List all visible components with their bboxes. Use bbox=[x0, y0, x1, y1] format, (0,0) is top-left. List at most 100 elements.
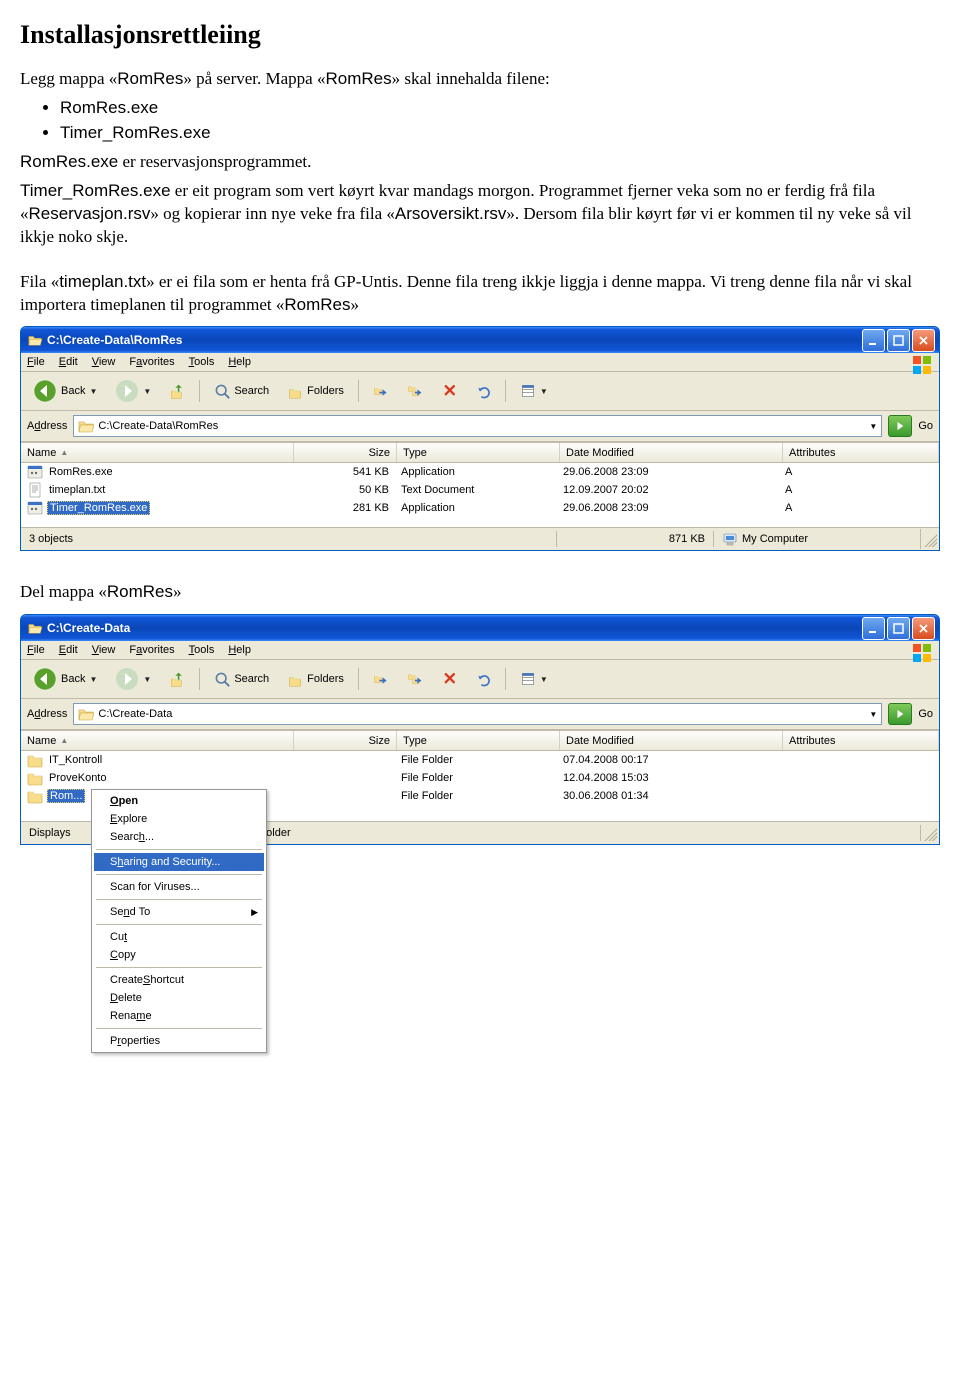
file-attr: A bbox=[779, 501, 939, 515]
search-button[interactable]: Search bbox=[208, 380, 275, 402]
titlebar[interactable]: C:\Create-Data bbox=[21, 615, 939, 641]
file-bullet-list: RomRes.exe Timer_RomRes.exe bbox=[60, 97, 940, 145]
ctx-item[interactable]: Search... bbox=[94, 828, 264, 846]
views-button[interactable]: ▼ bbox=[514, 668, 554, 690]
menu-view[interactable]: View bbox=[92, 356, 116, 368]
file-listview: Name▲ Size Type Date Modified Attributes… bbox=[21, 442, 939, 527]
col-date[interactable]: Date Modified bbox=[560, 443, 783, 462]
ctx-item[interactable]: Properties bbox=[94, 1032, 264, 1050]
folder-icon bbox=[27, 621, 43, 635]
folders-button[interactable]: Folders bbox=[281, 668, 350, 690]
search-button[interactable]: Search bbox=[208, 668, 275, 690]
menu-favorites[interactable]: Favorites bbox=[129, 356, 174, 368]
ctx-item[interactable]: Cut bbox=[94, 928, 264, 946]
col-name[interactable]: Name▲ bbox=[21, 443, 294, 462]
menu-edit[interactable]: Edit bbox=[59, 356, 78, 368]
views-button[interactable]: ▼ bbox=[514, 380, 554, 402]
col-attr[interactable]: Attributes bbox=[783, 731, 939, 750]
ctx-item[interactable]: Scan for Viruses... bbox=[94, 878, 264, 896]
file-date: 12.04.2008 15:03 bbox=[557, 771, 779, 785]
ctx-item[interactable]: Send To▶ bbox=[94, 903, 264, 921]
folders-icon bbox=[287, 383, 303, 399]
moveto-button[interactable] bbox=[367, 380, 395, 402]
list-row[interactable]: Timer_RomRes.exe281 KBApplication29.06.2… bbox=[21, 499, 939, 517]
context-menu[interactable]: OpenExploreSearch... Sharing and Security… bbox=[91, 789, 267, 1053]
ctx-item[interactable]: Rename bbox=[94, 1007, 264, 1025]
close-button[interactable] bbox=[912, 329, 935, 352]
col-size[interactable]: Size bbox=[294, 443, 397, 462]
menu-edit[interactable]: Edit bbox=[59, 644, 78, 656]
file-size: 541 KB bbox=[293, 465, 395, 479]
forward-button[interactable]: ▼ bbox=[109, 376, 157, 406]
menu-file[interactable]: File bbox=[27, 356, 45, 368]
menu-favorites[interactable]: Favorites bbox=[129, 644, 174, 656]
address-input[interactable]: C:\Create-Data\RomRes ▼ bbox=[73, 415, 882, 437]
col-type[interactable]: Type bbox=[397, 443, 560, 462]
menu-tools[interactable]: Tools bbox=[189, 356, 215, 368]
chevron-down-icon: ▼ bbox=[143, 675, 151, 684]
del-mappa-heading: Del mappa «RomRes» bbox=[20, 581, 940, 604]
back-button[interactable]: Back ▼ bbox=[27, 376, 103, 406]
titlebar[interactable]: C:\Create-Data\RomRes bbox=[21, 327, 939, 353]
list-row[interactable]: timeplan.txt50 KBText Document12.09.2007… bbox=[21, 481, 939, 499]
menu-separator bbox=[96, 924, 262, 925]
col-attr[interactable]: Attributes bbox=[783, 443, 939, 462]
col-type[interactable]: Type bbox=[397, 731, 560, 750]
minimize-button[interactable] bbox=[862, 329, 885, 352]
intro-paragraph: Legg mappa «RomRes» på server. Mappa «Ro… bbox=[20, 68, 940, 91]
moveto-button[interactable] bbox=[367, 668, 395, 690]
ctx-item[interactable]: Delete bbox=[94, 989, 264, 1007]
chevron-down-icon[interactable]: ▼ bbox=[869, 710, 877, 719]
list-row[interactable]: ProveKontoFile Folder12.04.2008 15:03 bbox=[21, 769, 939, 787]
delete-button[interactable] bbox=[435, 380, 463, 402]
maximize-button[interactable] bbox=[887, 329, 910, 352]
col-name[interactable]: Name▲ bbox=[21, 731, 294, 750]
statusbar: 3 objects 871 KB My Computer bbox=[21, 527, 939, 550]
up-button[interactable] bbox=[163, 668, 191, 690]
explorer-window-createdata: C:\Create-Data File Edit View Favorites … bbox=[20, 614, 940, 845]
file-name: RomRes.exe bbox=[47, 466, 115, 478]
col-date[interactable]: Date Modified bbox=[560, 731, 783, 750]
ctx-item[interactable]: Create Shortcut bbox=[94, 971, 264, 989]
file-name: Timer_RomRes.exe bbox=[47, 501, 150, 515]
copyto-button[interactable] bbox=[401, 668, 429, 690]
menu-separator bbox=[96, 874, 262, 875]
menu-tools[interactable]: Tools bbox=[189, 644, 215, 656]
copyto-button[interactable] bbox=[401, 380, 429, 402]
addressbar: Address C:\Create-Data ▼ Go bbox=[21, 699, 939, 730]
list-row[interactable]: IT_KontrollFile Folder07.04.2008 00:17 bbox=[21, 751, 939, 769]
ctx-item[interactable]: Sharing and Security... bbox=[94, 853, 264, 871]
menu-help[interactable]: Help bbox=[228, 644, 251, 656]
list-row[interactable]: RomRes.exe541 KBApplication29.06.2008 23… bbox=[21, 463, 939, 481]
menu-view[interactable]: View bbox=[92, 644, 116, 656]
address-input[interactable]: C:\Create-Data ▼ bbox=[73, 703, 882, 725]
menu-help[interactable]: Help bbox=[228, 356, 251, 368]
ctx-item[interactable]: Explore bbox=[94, 810, 264, 828]
doc-title: Installasjonsrettleiing bbox=[20, 20, 940, 50]
up-button[interactable] bbox=[163, 380, 191, 402]
undo-button[interactable] bbox=[469, 380, 497, 402]
forward-button[interactable]: ▼ bbox=[109, 664, 157, 694]
maximize-button[interactable] bbox=[887, 617, 910, 640]
folders-button[interactable]: Folders bbox=[281, 380, 350, 402]
back-button[interactable]: Back ▼ bbox=[27, 664, 103, 694]
folder-icon bbox=[27, 752, 43, 768]
listview-header: Name▲ Size Type Date Modified Attributes bbox=[21, 443, 939, 463]
resize-grip[interactable] bbox=[921, 825, 937, 841]
chevron-down-icon: ▼ bbox=[89, 387, 97, 396]
resize-grip[interactable] bbox=[921, 531, 937, 547]
delete-button[interactable] bbox=[435, 668, 463, 690]
undo-button[interactable] bbox=[469, 668, 497, 690]
minimize-button[interactable] bbox=[862, 617, 885, 640]
folder-icon bbox=[78, 706, 94, 722]
ctx-item[interactable]: Open bbox=[94, 792, 264, 810]
go-button[interactable] bbox=[888, 415, 912, 437]
go-button[interactable] bbox=[888, 703, 912, 725]
close-button[interactable] bbox=[912, 617, 935, 640]
address-label: Address bbox=[27, 708, 67, 720]
chevron-down-icon[interactable]: ▼ bbox=[869, 422, 877, 431]
ctx-item[interactable]: Copy bbox=[94, 946, 264, 964]
menu-file[interactable]: File bbox=[27, 644, 45, 656]
col-size[interactable]: Size bbox=[294, 731, 397, 750]
status-left: 3 objects bbox=[21, 531, 557, 547]
